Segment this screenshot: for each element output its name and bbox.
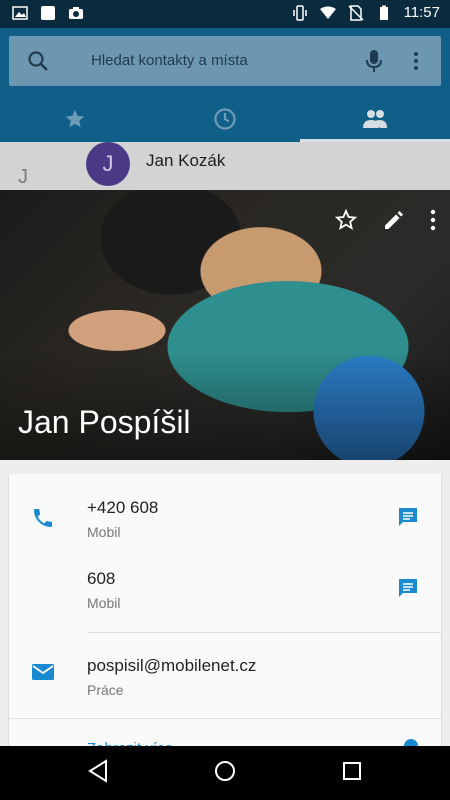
back-icon[interactable]	[86, 758, 110, 784]
phone-icon	[34, 509, 52, 527]
camera-icon	[69, 7, 83, 19]
phone-number: 608	[87, 569, 116, 588]
clock-icon	[214, 108, 236, 130]
tab-favorites[interactable]	[0, 96, 150, 142]
mic-icon[interactable]	[365, 49, 383, 73]
list-item-name[interactable]: Jan Kozák	[146, 151, 225, 171]
phone-label: Mobil	[87, 524, 121, 540]
divider	[9, 718, 441, 719]
message-icon[interactable]	[397, 506, 419, 528]
more-vert-icon[interactable]	[430, 208, 436, 232]
status-time: 11:57	[403, 4, 440, 21]
avatar-letter: J	[102, 151, 114, 176]
contact-name: Jan Pospíšil	[18, 404, 191, 440]
vibrate-icon	[292, 4, 307, 21]
tab-bar	[0, 96, 450, 142]
contact-photo: Jan Pospíšil	[0, 190, 450, 460]
more-vert-icon[interactable]	[413, 51, 419, 71]
avatar[interactable]: J	[86, 142, 130, 186]
search-icon	[28, 51, 48, 71]
search-input[interactable]: Hledat kontakty a místa	[91, 52, 248, 69]
star-outline-icon[interactable]	[334, 208, 358, 232]
contact-list-peek: J J Jan Kozák	[0, 142, 450, 190]
contact-details-card: +420 608 Mobil 608 Mobil pospisil@mobile…	[9, 474, 441, 774]
people-icon	[363, 110, 387, 128]
email-address: pospisil@mobilenet.cz	[87, 656, 257, 675]
phone-row[interactable]: 608 Mobil	[9, 567, 441, 627]
phone-label: Mobil	[87, 595, 121, 611]
recents-icon[interactable]	[340, 758, 364, 784]
message-icon[interactable]	[397, 577, 419, 599]
status-bar: 11:57	[0, 0, 450, 28]
wifi-icon	[319, 6, 336, 19]
app-bar: Hledat kontakty a místa	[0, 28, 450, 142]
star-icon	[65, 109, 85, 128]
email-icon	[32, 664, 54, 680]
header-actions	[334, 208, 436, 232]
tab-contacts[interactable]	[300, 96, 450, 142]
divider	[87, 632, 441, 633]
phone-number: +420 608	[87, 498, 159, 517]
no-sim-icon	[348, 4, 364, 21]
tab-recents[interactable]	[150, 96, 300, 142]
navigation-bar	[0, 746, 450, 800]
battery-icon	[379, 5, 388, 20]
email-label: Práce	[87, 682, 124, 698]
email-row[interactable]: pospisil@mobilenet.cz Práce	[9, 652, 441, 712]
search-bar[interactable]: Hledat kontakty a místa	[9, 36, 441, 86]
phone-row[interactable]: +420 608 Mobil	[9, 496, 441, 556]
image-icon	[12, 6, 28, 20]
home-icon[interactable]	[213, 758, 237, 784]
section-letter: J	[18, 166, 28, 188]
square-icon	[41, 6, 55, 20]
edit-icon[interactable]	[382, 208, 406, 232]
